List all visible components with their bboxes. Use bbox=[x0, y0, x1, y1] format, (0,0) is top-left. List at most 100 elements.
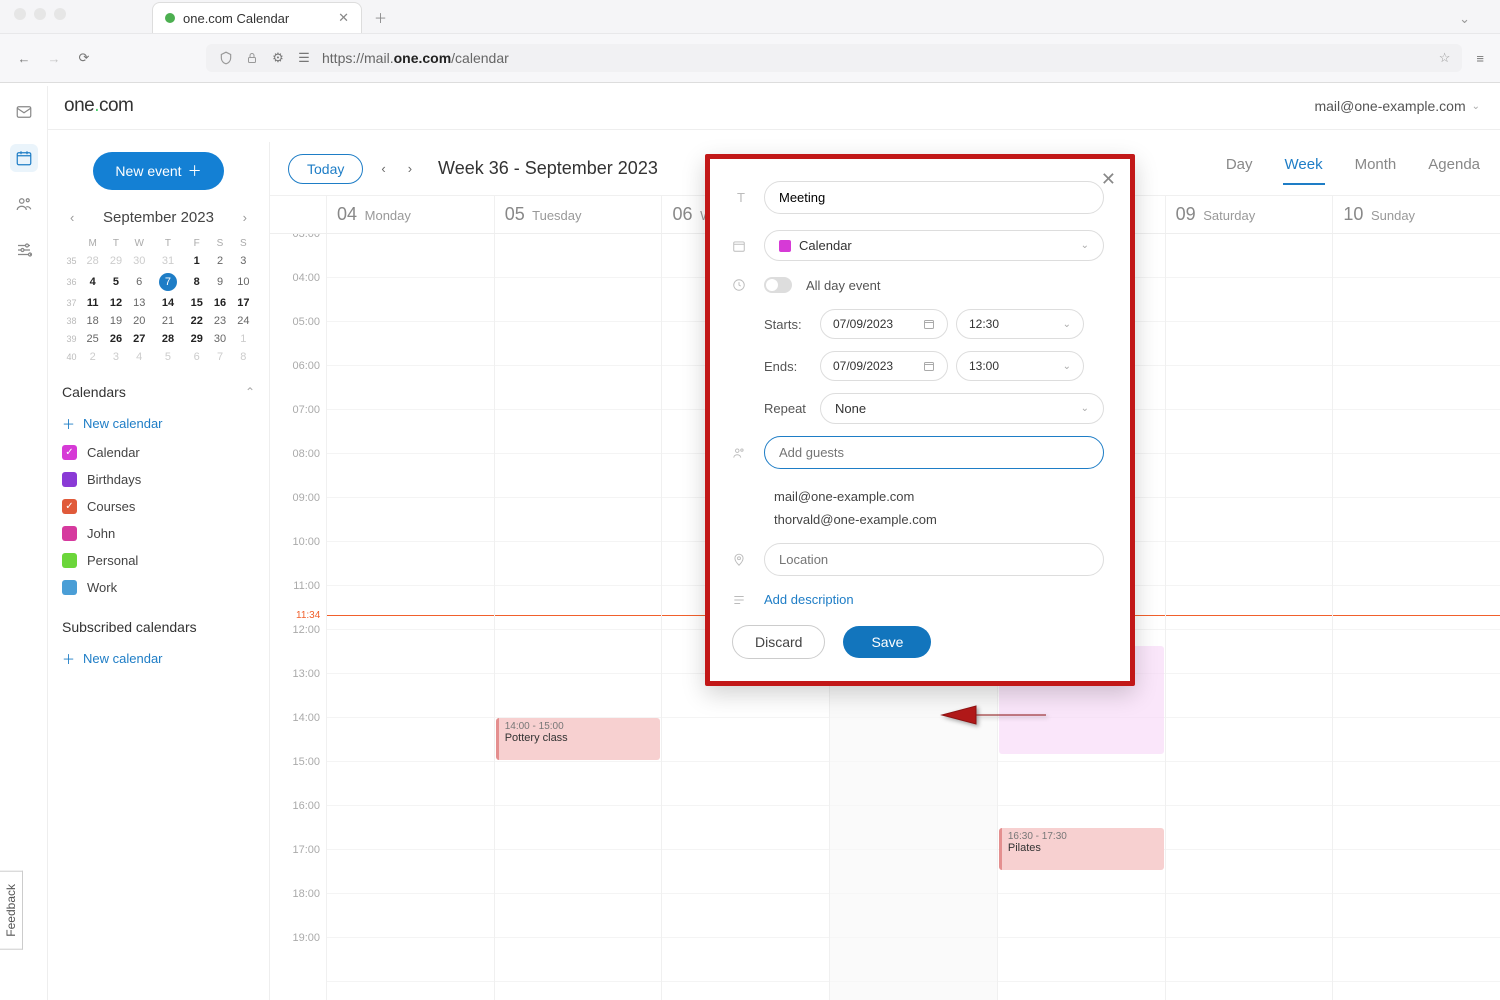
mini-cal-day[interactable]: 30 bbox=[208, 330, 231, 348]
day-column[interactable]: 14:00 - 15:00Pottery class bbox=[494, 234, 662, 1000]
mini-cal-day[interactable]: 1 bbox=[185, 252, 208, 270]
mini-cal-day[interactable]: 7 bbox=[151, 270, 185, 294]
repeat-select[interactable]: None ⌄ bbox=[820, 393, 1104, 424]
prev-week-button[interactable]: ‹ bbox=[377, 157, 389, 180]
mini-cal-day[interactable]: 5 bbox=[151, 348, 185, 366]
new-calendar-link[interactable]: ＋ New calendar bbox=[62, 408, 255, 439]
tabs-dropdown[interactable]: ⌄ bbox=[1441, 5, 1488, 33]
mini-cal-day[interactable]: 1 bbox=[232, 330, 255, 348]
calendar-list-item[interactable]: John bbox=[62, 520, 255, 547]
calendar-checkbox[interactable] bbox=[62, 526, 77, 541]
mini-cal-day[interactable]: 6 bbox=[128, 270, 151, 294]
mini-cal-day[interactable]: 7 bbox=[208, 348, 231, 366]
mini-cal-day[interactable]: 29 bbox=[185, 330, 208, 348]
calendar-list-item[interactable]: Work bbox=[62, 574, 255, 601]
day-column[interactable] bbox=[326, 234, 494, 1000]
view-week[interactable]: Week bbox=[1283, 152, 1325, 185]
mini-cal-day[interactable]: 9 bbox=[208, 270, 231, 294]
mini-cal-day[interactable]: 5 bbox=[104, 270, 127, 294]
mini-cal-day[interactable]: 18 bbox=[81, 312, 104, 330]
calendar-list-item[interactable]: Personal bbox=[62, 547, 255, 574]
location-input[interactable] bbox=[764, 543, 1104, 576]
close-icon[interactable]: ✕ bbox=[1101, 169, 1116, 190]
day-header[interactable]: 05 Tuesday bbox=[494, 196, 662, 233]
end-date-input[interactable]: 07/09/2023 bbox=[820, 351, 948, 381]
next-week-button[interactable]: › bbox=[404, 157, 416, 180]
mini-cal-day[interactable]: 27 bbox=[128, 330, 151, 348]
end-time-select[interactable]: 13:00 ⌄ bbox=[956, 351, 1084, 381]
mini-cal-grid[interactable]: MTWTFSS 35282930311233645678910371112131… bbox=[62, 235, 255, 366]
mini-cal-day[interactable]: 23 bbox=[208, 312, 231, 330]
user-menu[interactable]: mail@one-example.com ⌄ bbox=[1314, 98, 1480, 114]
mini-cal-day[interactable]: 14 bbox=[151, 294, 185, 312]
mini-cal-day[interactable]: 2 bbox=[208, 252, 231, 270]
mini-cal-day[interactable]: 22 bbox=[185, 312, 208, 330]
view-agenda[interactable]: Agenda bbox=[1426, 152, 1482, 185]
day-header[interactable]: 09 Saturday bbox=[1165, 196, 1333, 233]
event-pilates[interactable]: 16:30 - 17:30Pilates bbox=[999, 828, 1164, 870]
mini-cal-day[interactable]: 29 bbox=[104, 252, 127, 270]
reload-icon[interactable]: ⟳ bbox=[76, 50, 92, 66]
chevron-up-icon[interactable]: ⌃ bbox=[245, 385, 255, 399]
mini-cal-day[interactable]: 21 bbox=[151, 312, 185, 330]
mini-cal-day[interactable]: 28 bbox=[81, 252, 104, 270]
calendar-icon[interactable] bbox=[10, 144, 38, 172]
mini-cal-day[interactable]: 28 bbox=[151, 330, 185, 348]
window-min-dot[interactable] bbox=[34, 8, 46, 20]
settings-icon[interactable] bbox=[10, 236, 38, 264]
day-column[interactable] bbox=[1165, 234, 1333, 1000]
mini-cal-day[interactable]: 24 bbox=[232, 312, 255, 330]
mini-cal-day[interactable]: 4 bbox=[81, 270, 104, 294]
mini-cal-day[interactable]: 25 bbox=[81, 330, 104, 348]
next-month-button[interactable]: › bbox=[239, 208, 251, 227]
view-month[interactable]: Month bbox=[1353, 152, 1399, 185]
day-column[interactable] bbox=[1332, 234, 1500, 1000]
guests-input[interactable] bbox=[764, 436, 1104, 469]
mail-icon[interactable] bbox=[10, 98, 38, 126]
calendar-checkbox[interactable] bbox=[62, 553, 77, 568]
event-title-input[interactable] bbox=[764, 181, 1104, 214]
new-subscribed-link[interactable]: ＋ New calendar bbox=[62, 643, 255, 674]
bookmark-icon[interactable]: ☆ bbox=[1439, 50, 1451, 66]
event-pottery[interactable]: 14:00 - 15:00Pottery class bbox=[496, 718, 661, 760]
mini-cal-day[interactable]: 26 bbox=[104, 330, 127, 348]
calendar-list-item[interactable]: ✓Calendar bbox=[62, 439, 255, 466]
contacts-icon[interactable] bbox=[10, 190, 38, 218]
new-tab-button[interactable]: ＋ bbox=[362, 2, 399, 33]
forward-icon[interactable]: → bbox=[46, 50, 62, 66]
mini-cal-day[interactable]: 19 bbox=[104, 312, 127, 330]
mini-cal-day[interactable]: 31 bbox=[151, 252, 185, 270]
mini-cal-day[interactable]: 3 bbox=[232, 252, 255, 270]
mini-cal-day[interactable]: 16 bbox=[208, 294, 231, 312]
browser-tab[interactable]: one.com Calendar ✕ bbox=[152, 2, 362, 33]
back-icon[interactable]: ← bbox=[16, 50, 32, 66]
save-button[interactable]: Save bbox=[843, 626, 931, 658]
guest-item[interactable]: mail@one-example.com bbox=[764, 485, 1104, 508]
mini-cal-day[interactable]: 6 bbox=[185, 348, 208, 366]
calendar-checkbox[interactable] bbox=[62, 580, 77, 595]
mini-cal-day[interactable]: 8 bbox=[185, 270, 208, 294]
day-header[interactable]: 10 Sunday bbox=[1332, 196, 1500, 233]
allday-toggle[interactable] bbox=[764, 277, 792, 293]
start-date-input[interactable]: 07/09/2023 bbox=[820, 309, 948, 339]
calendar-checkbox[interactable]: ✓ bbox=[62, 499, 77, 514]
mini-cal-day[interactable]: 8 bbox=[232, 348, 255, 366]
address-bar[interactable]: ⚙ ☰ https://mail.one.com/calendar ☆ bbox=[206, 44, 1462, 72]
mini-cal-day[interactable]: 20 bbox=[128, 312, 151, 330]
close-icon[interactable]: ✕ bbox=[338, 10, 349, 26]
today-button[interactable]: Today bbox=[288, 154, 363, 184]
start-time-select[interactable]: 12:30 ⌄ bbox=[956, 309, 1084, 339]
mini-cal-day[interactable]: 10 bbox=[232, 270, 255, 294]
calendar-checkbox[interactable]: ✓ bbox=[62, 445, 77, 460]
feedback-tab[interactable]: Feedback bbox=[0, 871, 23, 950]
discard-button[interactable]: Discard bbox=[732, 625, 825, 659]
view-day[interactable]: Day bbox=[1224, 152, 1255, 185]
calendar-select[interactable]: Calendar ⌄ bbox=[764, 230, 1104, 261]
calendar-list-item[interactable]: ✓Courses bbox=[62, 493, 255, 520]
add-description-link[interactable]: Add description bbox=[764, 592, 854, 607]
day-header[interactable]: 04 Monday bbox=[326, 196, 494, 233]
mini-cal-day[interactable]: 12 bbox=[104, 294, 127, 312]
mini-cal-day[interactable]: 11 bbox=[81, 294, 104, 312]
mini-cal-day[interactable]: 4 bbox=[128, 348, 151, 366]
new-event-button[interactable]: New event ＋ bbox=[93, 152, 223, 190]
